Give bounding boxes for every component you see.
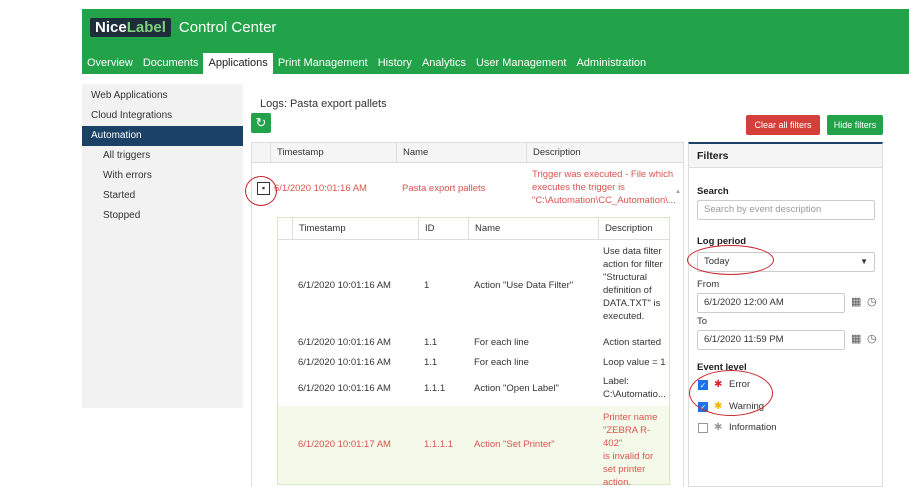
table-row[interactable]: 6/1/2020 10:01:16 AM 1 Action "Use Data … bbox=[278, 241, 669, 330]
refresh-icon: ↻ bbox=[255, 115, 267, 130]
sub-col-description[interactable]: Description bbox=[598, 218, 669, 240]
main-nav: Overview Documents Applications Print Ma… bbox=[82, 53, 651, 74]
cell-id: 1.1 bbox=[424, 357, 438, 368]
app-title: Control Center bbox=[178, 19, 277, 36]
row-name: Pasta export pallets bbox=[402, 183, 486, 194]
cell-name: For each line bbox=[474, 357, 529, 368]
nav-administration[interactable]: Administration bbox=[571, 53, 651, 74]
cell-name: For each line bbox=[474, 337, 529, 348]
cell-timestamp: 6/1/2020 10:01:16 AM bbox=[298, 337, 391, 348]
sub-col-name[interactable]: Name bbox=[468, 218, 598, 240]
cell-timestamp: 6/1/2020 10:01:17 AM bbox=[298, 439, 391, 450]
to-date-input[interactable]: 6/1/2020 11:59 PM bbox=[697, 330, 845, 350]
chevron-down-icon: ▼ bbox=[860, 257, 868, 266]
highlight-circle-log-period bbox=[687, 245, 774, 275]
search-label: Search bbox=[697, 186, 729, 197]
highlight-circle-expand bbox=[245, 176, 277, 206]
highlight-circle-event-level bbox=[689, 370, 773, 416]
from-label: From bbox=[697, 279, 720, 290]
nav-documents[interactable]: Documents bbox=[138, 53, 204, 74]
log-table-header: Timestamp Name Description bbox=[252, 143, 683, 163]
sidebar-item-stopped[interactable]: Stopped bbox=[82, 206, 243, 226]
cell-name: Action "Open Label" bbox=[474, 383, 559, 394]
cell-timestamp: 6/1/2020 10:01:16 AM bbox=[298, 383, 391, 394]
info-asterisk-icon: ✱ bbox=[714, 422, 723, 433]
cell-id: 1.1.1 bbox=[424, 383, 446, 394]
cell-description: Label: C:\Automatio... bbox=[603, 376, 666, 400]
table-row[interactable]: 6/1/2020 10:01:16 AM 1.1.1 Action "Open … bbox=[278, 372, 669, 404]
cell-id: 1 bbox=[424, 280, 430, 291]
sub-log-table: Timestamp ID Name Description 6/1/2020 1… bbox=[277, 217, 670, 487]
calendar-icon[interactable]: ▦ bbox=[851, 295, 861, 308]
cell-description: Loop value = 1 bbox=[603, 357, 666, 368]
clear-all-filters-button[interactable]: Clear all filters bbox=[746, 115, 820, 135]
sidebar-item-started[interactable]: Started bbox=[82, 186, 243, 206]
nav-print-management[interactable]: Print Management bbox=[273, 53, 373, 74]
information-label: Information bbox=[729, 422, 777, 433]
app-logo[interactable]: NiceLabel Control Center bbox=[90, 18, 276, 37]
cell-timestamp: 6/1/2020 10:01:16 AM bbox=[298, 357, 391, 368]
col-description[interactable]: Description bbox=[526, 143, 676, 163]
filters-title: Filters bbox=[689, 144, 882, 168]
cell-id: 1.1.1.1 bbox=[424, 439, 454, 450]
col-name[interactable]: Name bbox=[396, 143, 526, 163]
table-row-error[interactable]: 6/1/2020 10:01:17 AM 1.1.1.1 Action "Set… bbox=[278, 406, 669, 487]
nav-history[interactable]: History bbox=[373, 53, 417, 74]
sub-col-timestamp[interactable]: Timestamp bbox=[292, 218, 418, 240]
cell-description: Use data filter action for filter "Struc… bbox=[603, 246, 663, 322]
nav-applications[interactable]: Applications bbox=[203, 53, 273, 74]
to-label: To bbox=[697, 316, 708, 327]
table-row[interactable]: 6/1/2020 10:01:16 AM 1.1 For each line L… bbox=[278, 352, 669, 372]
nicelabel-logo: NiceLabel bbox=[90, 18, 171, 37]
sidebar-item-with-errors[interactable]: With errors bbox=[82, 166, 243, 186]
col-timestamp[interactable]: Timestamp bbox=[270, 143, 396, 163]
clock-icon[interactable]: ◷ bbox=[867, 295, 877, 308]
app-header: NiceLabel Control Center Overview Docume… bbox=[82, 9, 909, 74]
cell-description: Printer name "ZEBRA R-402" is invalid fo… bbox=[603, 412, 658, 487]
cell-name: Action "Set Printer" bbox=[474, 439, 555, 450]
cell-id: 1.1 bbox=[424, 337, 438, 348]
cell-description: Action started bbox=[603, 337, 662, 348]
calendar-icon[interactable]: ▦ bbox=[851, 332, 861, 345]
table-row[interactable]: 6/1/2020 10:01:16 AM 1.1 For each line A… bbox=[278, 332, 669, 352]
sidebar-item-cloud-integrations[interactable]: Cloud Integrations bbox=[82, 106, 243, 126]
sidebar-item-all-triggers[interactable]: All triggers bbox=[82, 146, 243, 166]
from-date-input[interactable]: 6/1/2020 12:00 AM bbox=[697, 293, 845, 313]
refresh-button[interactable]: ↻ bbox=[251, 113, 271, 133]
sub-table-header: Timestamp ID Name Description bbox=[278, 218, 669, 240]
sidebar: Web Applications Cloud Integrations Auto… bbox=[82, 84, 243, 408]
nav-analytics[interactable]: Analytics bbox=[417, 53, 471, 74]
nav-user-management[interactable]: User Management bbox=[471, 53, 572, 74]
sub-col-id[interactable]: ID bbox=[418, 218, 468, 240]
sidebar-item-automation[interactable]: Automation bbox=[82, 126, 243, 146]
scroll-up-arrow-icon[interactable]: ▲ bbox=[675, 189, 681, 195]
hide-filters-button[interactable]: Hide filters bbox=[827, 115, 883, 135]
row-timestamp: 6/1/2020 10:01:16 AM bbox=[274, 183, 367, 194]
cell-timestamp: 6/1/2020 10:01:16 AM bbox=[298, 280, 391, 291]
log-table: Timestamp Name Description ▪ 6/1/2020 10… bbox=[251, 142, 684, 487]
page-title: Logs: Pasta export pallets bbox=[260, 98, 387, 110]
sidebar-item-web-applications[interactable]: Web Applications bbox=[82, 86, 243, 106]
row-description: Trigger was executed - File which execut… bbox=[532, 169, 676, 206]
clock-icon[interactable]: ◷ bbox=[867, 332, 877, 345]
table-row[interactable]: ▪ 6/1/2020 10:01:16 AM Pasta export pall… bbox=[252, 164, 683, 214]
nav-overview[interactable]: Overview bbox=[82, 53, 138, 74]
cell-name: Action "Use Data Filter" bbox=[474, 280, 574, 291]
filters-panel: Filters Search Search by event descripti… bbox=[688, 142, 883, 487]
search-input[interactable]: Search by event description bbox=[697, 200, 875, 220]
information-checkbox[interactable] bbox=[698, 423, 708, 433]
